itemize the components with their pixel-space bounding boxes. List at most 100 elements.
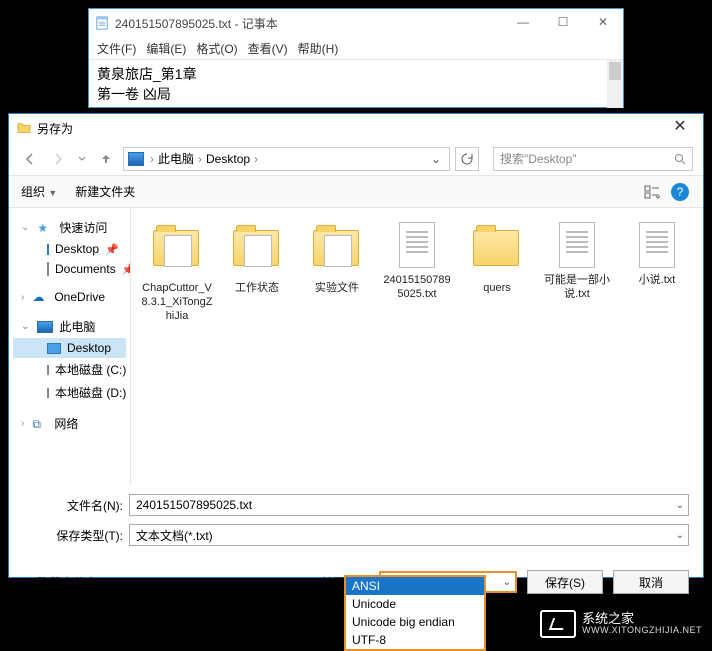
breadcrumb-sep: ›	[196, 152, 204, 166]
file-label: 可能是一部小说.txt	[541, 274, 613, 302]
address-dropdown[interactable]: ⌄	[427, 152, 445, 166]
file-label: quers	[461, 282, 533, 296]
menu-format[interactable]: 格式(O)	[196, 40, 237, 57]
chevron-down-icon[interactable]: ⌄	[676, 530, 684, 541]
search-icon	[674, 153, 686, 165]
file-item[interactable]: 240151507895025.txt	[381, 222, 453, 302]
sidebar-item-desktop2[interactable]: Desktop	[13, 338, 126, 358]
encoding-option[interactable]: Unicode big endian	[346, 613, 484, 631]
notepad-title-text: 240151507895025.txt - 记事本	[115, 15, 278, 32]
search-placeholder: 搜索"Desktop"	[500, 150, 577, 167]
newfolder-button[interactable]: 新建文件夹	[75, 183, 135, 200]
file-item[interactable]: 可能是一部小说.txt	[541, 222, 613, 302]
encoding-option[interactable]: UTF-8	[346, 631, 484, 649]
drive-icon	[47, 388, 49, 398]
file-list[interactable]: ChapCuttor_V8.3.1_XiTongZhiJia 工作状态实验文件 24…	[131, 208, 703, 486]
help-button[interactable]: ?	[669, 181, 691, 203]
document-icon	[47, 262, 49, 276]
notepad-line: 黄泉旅店_第1章	[97, 64, 615, 84]
file-label: 实验文件	[301, 282, 373, 296]
pin-icon: 📌	[122, 263, 131, 276]
watermark: 系统之家 WWW.XITONGZHIJIA.NET	[540, 610, 702, 638]
notepad-titlebar[interactable]: 240151507895025.txt - 记事本 — ☐ ✕	[89, 9, 623, 37]
dialog-titlebar[interactable]: 另存为 ✕	[9, 114, 703, 142]
refresh-button[interactable]	[455, 147, 479, 171]
folder-icon	[233, 230, 279, 266]
textfile-icon	[399, 222, 435, 268]
file-item[interactable]: 实验文件	[301, 222, 373, 296]
notepad-textarea[interactable]: 黄泉旅店_第1章 第一卷 凶局	[89, 59, 623, 108]
watermark-brand: 系统之家	[582, 612, 702, 626]
up-button[interactable]	[95, 148, 117, 170]
desktop-icon	[47, 244, 49, 255]
file-label: ChapCuttor_V8.3.1_XiTongZhiJia	[141, 282, 213, 323]
chevron-down-icon[interactable]: ⌄	[676, 500, 684, 511]
sidebar-item-documents[interactable]: Documents📌	[13, 259, 126, 279]
cancel-button[interactable]: 取消	[613, 570, 689, 594]
filetype-label: 保存类型(T):	[23, 527, 129, 544]
address-bar[interactable]: › 此电脑 › Desktop › ⌄	[123, 147, 450, 171]
pc-icon	[128, 152, 144, 166]
breadcrumb-folder[interactable]: Desktop	[206, 152, 250, 166]
breadcrumb-root[interactable]: 此电脑	[158, 150, 194, 167]
nav-sidebar: ⌄★快速访问 Desktop📌 Documents📌 ›☁OneDrive ⌄此…	[9, 208, 131, 486]
hide-folders-toggle[interactable]: ⌄隐藏文件夹	[23, 574, 97, 591]
sidebar-item-thispc[interactable]: ⌄此电脑	[13, 315, 126, 338]
forward-button[interactable]	[47, 148, 69, 170]
folder-icon	[313, 230, 359, 266]
address-bar-row: › 此电脑 › Desktop › ⌄ 搜索"Desktop"	[9, 142, 703, 176]
file-label: 工作状态	[221, 282, 293, 296]
cloud-icon: ☁	[32, 290, 48, 304]
save-as-dialog: 另存为 ✕ › 此电脑 › Desktop › ⌄ 搜索"Desktop" 组织…	[8, 113, 704, 578]
textfile-icon	[639, 222, 675, 268]
toolbar: 组织 ▼ 新建文件夹 ?	[9, 176, 703, 208]
chevron-down-icon[interactable]: ⌄	[503, 577, 511, 588]
close-button[interactable]: ✕	[663, 116, 697, 136]
folder-icon	[17, 121, 31, 135]
notepad-window: 240151507895025.txt - 记事本 — ☐ ✕ 文件(F) 编辑…	[88, 8, 624, 108]
sidebar-item-drivec[interactable]: 本地磁盘 (C:)	[13, 358, 126, 381]
file-label: 240151507895025.txt	[381, 274, 453, 302]
file-item[interactable]: 工作状态	[221, 222, 293, 296]
close-button[interactable]: ✕	[583, 9, 623, 35]
file-label: 小说.txt	[621, 274, 693, 288]
notepad-menubar: 文件(F) 编辑(E) 格式(O) 查看(V) 帮助(H)	[89, 37, 623, 59]
sidebar-item-onedrive[interactable]: ›☁OneDrive	[13, 287, 126, 307]
scrollbar-thumb[interactable]	[609, 62, 621, 80]
menu-file[interactable]: 文件(F)	[97, 40, 136, 57]
search-input[interactable]: 搜索"Desktop"	[493, 147, 693, 171]
file-item[interactable]: ChapCuttor_V8.3.1_XiTongZhiJia	[141, 222, 213, 323]
encoding-option[interactable]: Unicode	[346, 595, 484, 613]
menu-edit[interactable]: 编辑(E)	[146, 40, 186, 57]
view-options-button[interactable]	[641, 181, 663, 203]
file-item[interactable]: quers	[461, 222, 533, 296]
sidebar-item-desktop[interactable]: Desktop📌	[13, 239, 126, 259]
organize-button[interactable]: 组织 ▼	[21, 183, 57, 200]
pc-icon	[37, 321, 53, 333]
breadcrumb-sep: ›	[148, 152, 156, 166]
sidebar-item-drived[interactable]: 本地磁盘 (D:)	[13, 381, 126, 404]
maximize-button[interactable]: ☐	[543, 9, 583, 35]
file-item[interactable]: 小说.txt	[621, 222, 693, 288]
folder-icon	[153, 230, 199, 266]
network-icon: ⧉	[32, 417, 48, 431]
menu-help[interactable]: 帮助(H)	[298, 40, 339, 57]
folder-icon	[473, 230, 519, 266]
minimize-button[interactable]: —	[503, 9, 543, 35]
watermark-url: WWW.XITONGZHIJIA.NET	[582, 626, 702, 636]
filename-input[interactable]: 240151507895025.txt⌄	[129, 494, 689, 516]
menu-view[interactable]: 查看(V)	[248, 40, 288, 57]
drive-icon	[47, 365, 49, 375]
breadcrumb-sep: ›	[252, 152, 260, 166]
recent-dropdown[interactable]	[75, 148, 89, 170]
encoding-option[interactable]: ANSI	[346, 577, 484, 595]
filetype-select[interactable]: 文本文档(*.txt)⌄	[129, 524, 689, 546]
scrollbar-vertical[interactable]	[607, 60, 623, 108]
sidebar-item-quickaccess[interactable]: ⌄★快速访问	[13, 216, 126, 239]
textfile-icon	[559, 222, 595, 268]
watermark-logo-icon	[540, 610, 576, 638]
encoding-dropdown[interactable]: ANSIUnicodeUnicode big endianUTF-8	[344, 575, 486, 651]
save-button[interactable]: 保存(S)	[527, 570, 603, 594]
back-button[interactable]	[19, 148, 41, 170]
sidebar-item-network[interactable]: ›⧉网络	[13, 412, 126, 435]
